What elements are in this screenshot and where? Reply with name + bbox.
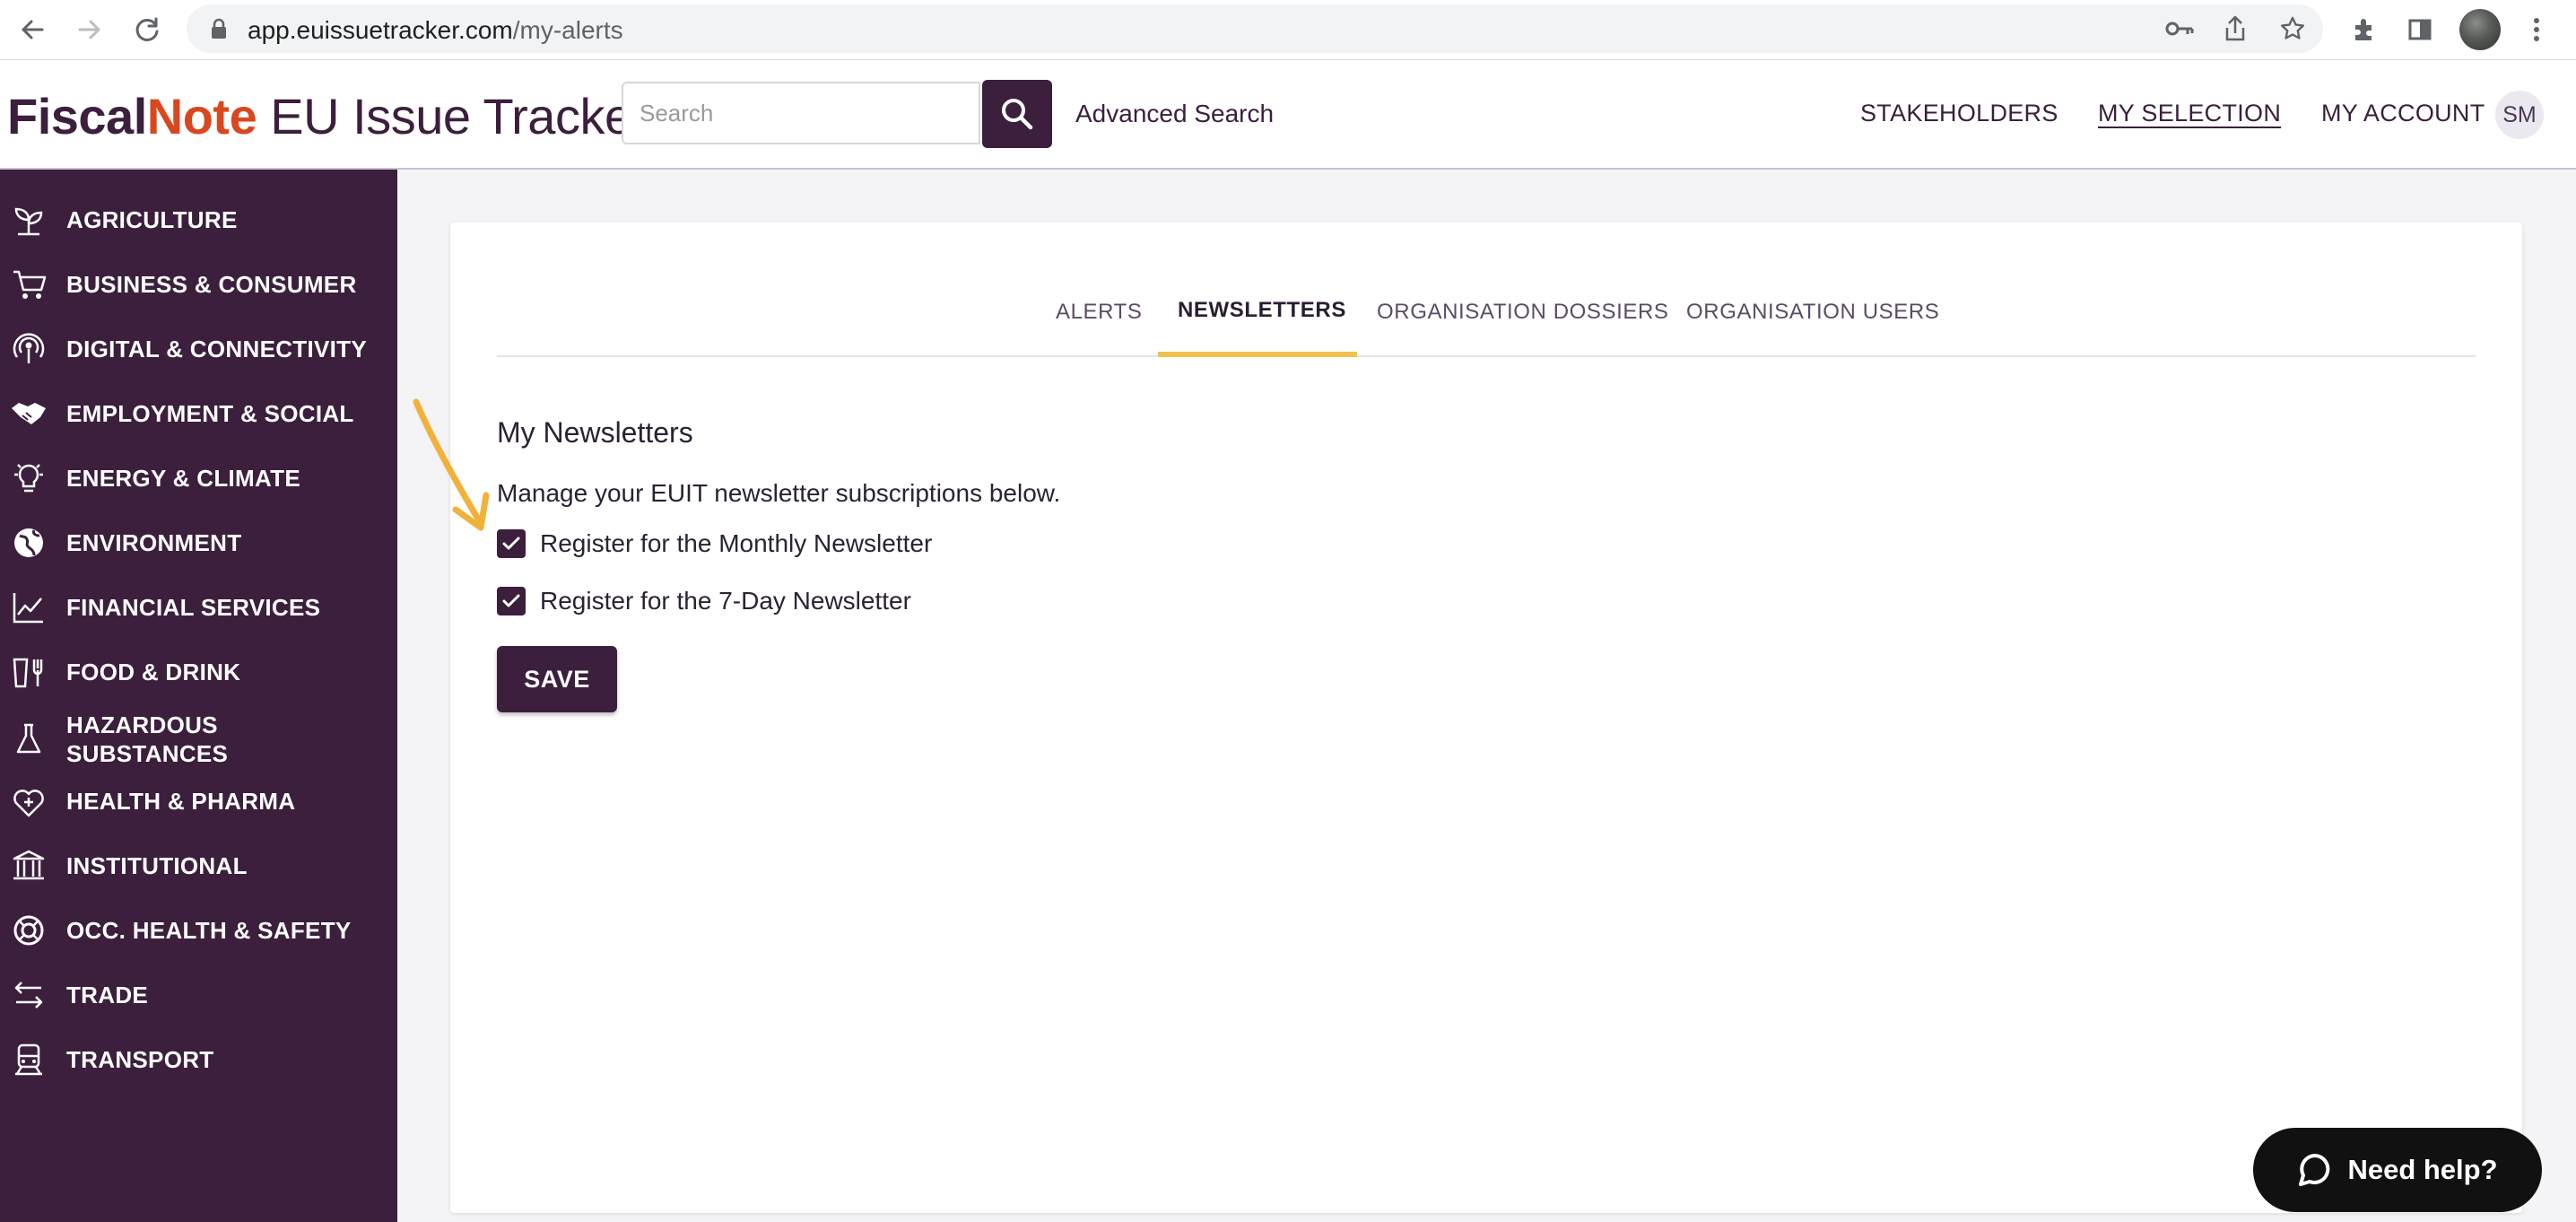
sidebar-item-label: TRANSPORT <box>66 1046 214 1073</box>
need-help-label: Need help? <box>2347 1154 2498 1185</box>
sidebar-item-food-drink[interactable]: FOOD & DRINK <box>0 650 397 694</box>
sprout-icon <box>9 200 48 240</box>
chat-bubble-icon <box>2297 1152 2333 1188</box>
sidebar-item-energy-climate[interactable]: ENERGY & CLIMATE <box>0 457 397 500</box>
seven-day-newsletter-option[interactable]: Register for the 7-Day Newsletter <box>497 587 911 615</box>
lifebuoy-icon <box>9 911 48 950</box>
sidebar-item-label: AGRICULTURE <box>66 206 238 233</box>
nav-my-account[interactable]: MY ACCOUNT <box>2321 100 2485 127</box>
menu-dots-icon[interactable] <box>2517 10 2556 49</box>
search-input[interactable] <box>622 82 980 144</box>
bulb-icon <box>9 458 48 498</box>
share-icon[interactable] <box>2215 9 2255 48</box>
active-tab-indicator <box>1158 352 1357 357</box>
sidebar-item-label: TRADE <box>66 982 149 1008</box>
lock-icon <box>210 18 228 44</box>
chart-icon <box>9 588 48 627</box>
cutlery-icon <box>9 652 48 692</box>
seven-day-newsletter-label: Register for the 7-Day Newsletter <box>540 587 911 615</box>
exchange-icon <box>9 975 48 1015</box>
sidebar-item-label: FINANCIAL SERVICES <box>66 594 321 621</box>
profile-avatar[interactable] <box>2459 9 2501 50</box>
key-icon[interactable] <box>2160 9 2199 48</box>
sidebar-item-label: INSTITUTIONAL <box>66 852 248 879</box>
browser-toolbar: app.euissuetracker.com/my-alerts <box>0 0 2576 60</box>
sidebar-item-transport[interactable]: TRANSPORT <box>0 1038 397 1081</box>
sidebar-item-occ-health-safety[interactable]: OCC. HEALTH & SAFETY <box>0 909 397 952</box>
monthly-newsletter-label: Register for the Monthly Newsletter <box>540 529 933 557</box>
sidebar-item-label: DIGITAL & CONNECTIVITY <box>66 336 367 362</box>
sidebar-item-label: HEALTH & PHARMA <box>66 788 296 815</box>
sidebar-item-label: BUSINESS & CONSUMER <box>66 271 357 298</box>
sidebar-item-digital-connectivity[interactable]: DIGITAL & CONNECTIVITY <box>0 327 397 371</box>
back-icon[interactable] <box>13 10 52 49</box>
save-button[interactable]: SAVE <box>497 646 617 712</box>
sidebar-item-environment[interactable]: ENVIRONMENT <box>0 521 397 564</box>
fiscalnote-logo[interactable]: FiscalNote EU Issue Tracker <box>7 87 648 145</box>
sidebar-item-hazardous-substances[interactable]: HAZARDOUS SUBSTANCES <box>0 708 397 771</box>
check-icon <box>502 537 520 550</box>
monthly-newsletter-option[interactable]: Register for the Monthly Newsletter <box>497 529 932 558</box>
advanced-search-link[interactable]: Advanced Search <box>1075 100 1274 128</box>
forward-icon[interactable] <box>70 10 109 49</box>
tabs-divider <box>497 355 2476 357</box>
handshake-icon <box>9 394 48 433</box>
app-header: FiscalNote EU Issue Tracker Advanced Sea… <box>0 60 2576 170</box>
nav-my-selection[interactable]: MY SELECTION <box>2098 100 2281 127</box>
sidebar-item-label: EMPLOYMENT & SOCIAL <box>66 400 354 427</box>
broadcast-icon <box>9 329 48 369</box>
sidebar-item-label: FOOD & DRINK <box>66 659 241 685</box>
heart-plus-icon <box>9 781 48 821</box>
search-button[interactable] <box>982 80 1052 148</box>
settings-card: ALERTS NEWSLETTERS ORGANISATION DOSSIERS… <box>450 223 2522 1213</box>
sidebar-item-employment-social[interactable]: EMPLOYMENT & SOCIAL <box>0 392 397 435</box>
globe-icon <box>9 523 48 563</box>
nav-stakeholders[interactable]: STAKEHOLDERS <box>1860 100 2058 127</box>
section-title: My Newsletters <box>497 416 693 449</box>
sidebar-item-label: ENVIRONMENT <box>66 529 242 556</box>
user-avatar[interactable]: SM <box>2495 91 2544 139</box>
side-panel-icon[interactable] <box>2400 10 2440 49</box>
sidebar-item-agriculture[interactable]: AGRICULTURE <box>0 198 397 241</box>
section-description: Manage your EUIT newsletter subscription… <box>497 479 1061 507</box>
tab-organisation-users[interactable]: ORGANISATION USERS <box>1686 300 1939 325</box>
reload-icon[interactable] <box>127 10 167 49</box>
tab-newsletters[interactable]: NEWSLETTERS <box>1178 298 1346 323</box>
address-bar[interactable]: app.euissuetracker.com/my-alerts <box>187 4 2323 53</box>
building-icon <box>9 846 48 886</box>
need-help-button[interactable]: Need help? <box>2253 1128 2542 1212</box>
sidebar-item-label: HAZARDOUS SUBSTANCES <box>66 711 229 767</box>
flask-icon <box>9 720 48 759</box>
train-icon <box>9 1040 48 1079</box>
annotation-arrow-icon <box>413 398 490 531</box>
sidebar-item-label: OCC. HEALTH & SAFETY <box>66 917 352 944</box>
extensions-icon[interactable] <box>2345 10 2384 49</box>
search-icon <box>1002 99 1033 130</box>
url-text: app.euissuetracker.com/my-alerts <box>248 16 623 44</box>
sidebar: AGRICULTURE BUSINESS & CONSUMER DIGITAL … <box>0 170 397 1222</box>
check-icon <box>502 594 520 607</box>
sidebar-item-label: ENERGY & CLIMATE <box>66 465 300 492</box>
sidebar-item-business-consumer[interactable]: BUSINESS & CONSUMER <box>0 263 397 306</box>
sidebar-item-trade[interactable]: TRADE <box>0 973 397 1017</box>
seven-day-newsletter-checkbox[interactable] <box>497 587 526 615</box>
tab-alerts[interactable]: ALERTS <box>1056 300 1143 325</box>
cart-icon <box>9 265 48 304</box>
bookmark-star-icon[interactable] <box>2273 9 2312 48</box>
sidebar-item-health-pharma[interactable]: HEALTH & PHARMA <box>0 780 397 823</box>
sidebar-item-institutional[interactable]: INSTITUTIONAL <box>0 844 397 887</box>
tab-organisation-dossiers[interactable]: ORGANISATION DOSSIERS <box>1377 300 1669 325</box>
sidebar-item-financial-services[interactable]: FINANCIAL SERVICES <box>0 586 397 629</box>
